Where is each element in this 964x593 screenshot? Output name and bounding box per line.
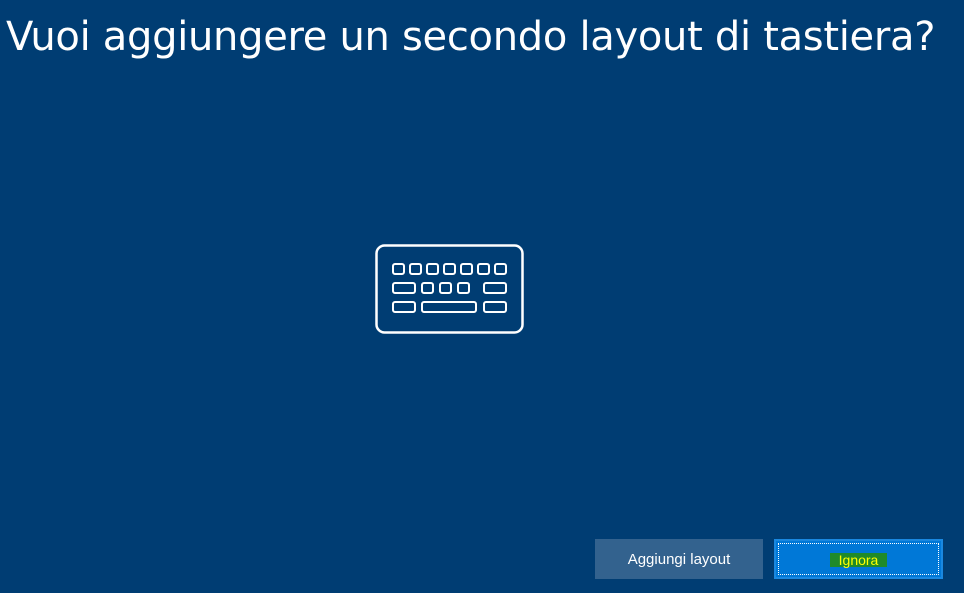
skip-button-label: Ignora — [829, 553, 888, 567]
skip-button[interactable]: Ignora — [774, 539, 943, 579]
add-layout-button-label: Aggiungi layout — [627, 550, 731, 568]
add-layout-button[interactable]: Aggiungi layout — [595, 539, 763, 579]
page-title: Vuoi aggiungere un secondo layout di tas… — [6, 14, 936, 60]
keyboard-icon — [375, 244, 524, 334]
